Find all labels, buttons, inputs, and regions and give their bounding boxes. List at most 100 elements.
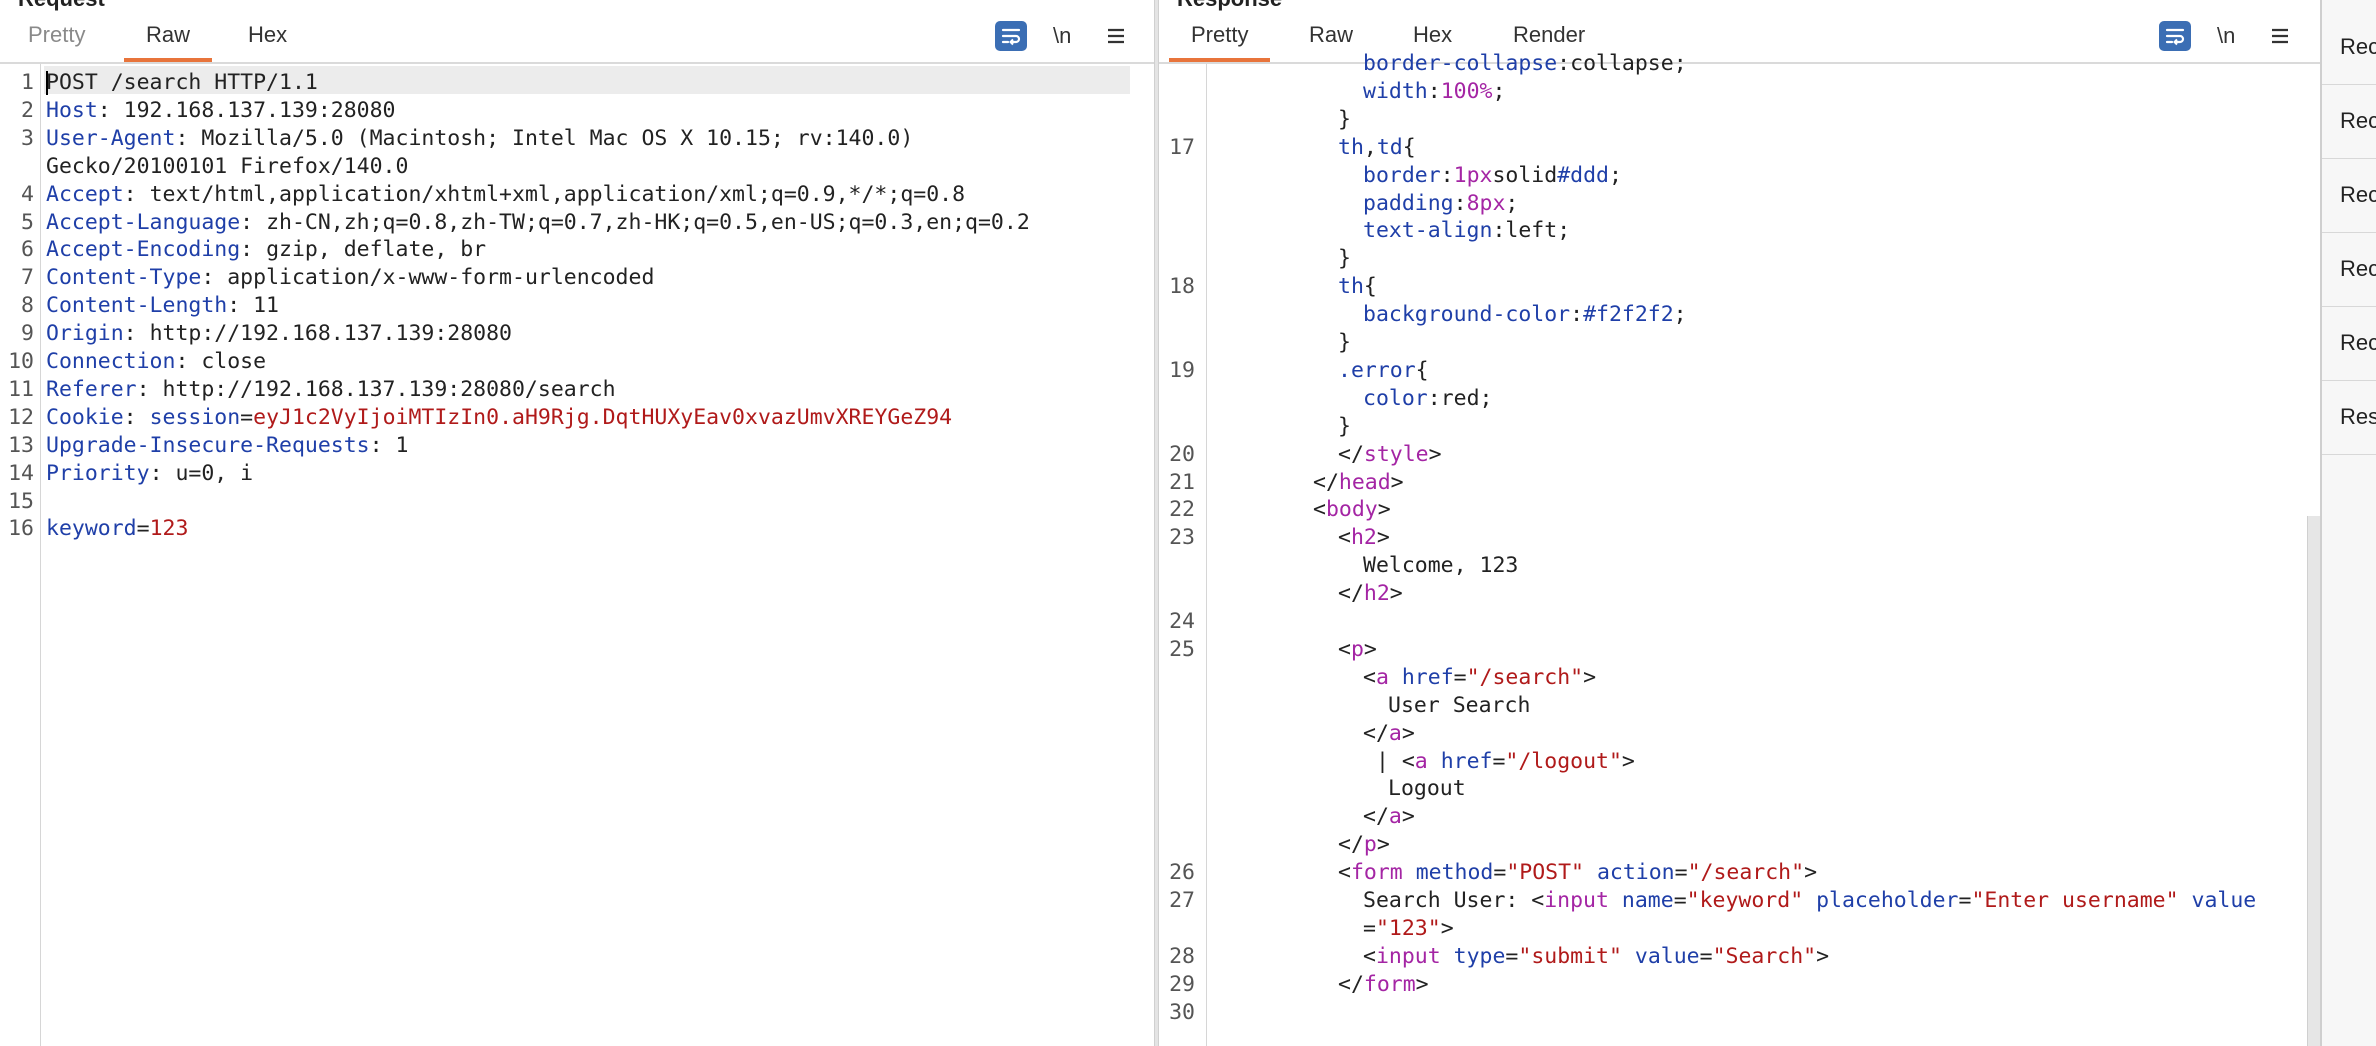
response-line: } [1159, 106, 2320, 134]
code-token: > [1401, 804, 1415, 830]
code-token: solid [1492, 162, 1558, 188]
header-name: Priority [46, 460, 150, 486]
code-token: "Search" [1712, 943, 1817, 969]
response-line-code: th,td{ [1338, 134, 1416, 162]
response-line-code: Welcome, 123 [1363, 552, 1518, 580]
response-line-code: </style> [1338, 441, 1442, 469]
header-name: Upgrade-Insecure-Requests [46, 432, 370, 458]
response-line: 20 </style> [1159, 441, 2320, 469]
code-token: red [1440, 385, 1480, 411]
code-token: = [1505, 943, 1519, 969]
header-value: http://192.168.137.139:28080/search [162, 376, 616, 402]
code-token: p [1363, 832, 1377, 858]
request-tab-hex[interactable]: Hex [248, 22, 287, 60]
header-name: Accept-Language [46, 209, 241, 235]
wrap-lines-icon-shape [995, 21, 1027, 51]
line-number: 13 [8, 432, 34, 458]
line-number: 25 [1169, 636, 1195, 662]
request-line-code: User-Agent: Mozilla/5.0 (Macintosh; Inte… [46, 125, 914, 151]
response-editor[interactable]: border-collapse:collapse; width:100%;} 17 t… [1159, 51, 2320, 1046]
code-token: </ [1338, 971, 1364, 997]
code-token: , [1363, 134, 1377, 160]
side-strip-item[interactable]: Rec [2322, 12, 2376, 85]
code-token: input [1544, 888, 1609, 913]
code-token: = [1453, 664, 1467, 690]
request-tab-raw[interactable]: Raw [123, 22, 213, 62]
line-number: 1 [21, 70, 34, 95]
code-token: > [1363, 636, 1377, 662]
show-newlines-button[interactable]: \n [2217, 20, 2235, 52]
header-name: Content-Type [46, 265, 202, 291]
request-line: 11 Referer: http://192.168.137.139:28080/… [0, 376, 1154, 404]
code-token: > [1583, 664, 1597, 690]
code-token: : [1427, 78, 1441, 104]
code-token: < [1313, 497, 1326, 523]
request-line-code: Gecko/20100101 Firefox/140.0 [46, 153, 408, 181]
code-token: #f2f2f2 [1583, 302, 1674, 328]
request-line: 4 Accept: text/html,application/xhtml+xml… [0, 181, 1154, 209]
response-line: } [1159, 413, 2320, 441]
code-token: < [1338, 636, 1351, 662]
code-token: 1px [1453, 162, 1493, 188]
request-line: 7 Content-Type: application/x-www-form-ur… [0, 264, 1154, 292]
response-line-code: <body> [1313, 496, 1391, 524]
side-strip-item[interactable]: Rec [2322, 86, 2376, 159]
response-line-code: padding:8px; [1363, 190, 1518, 218]
header-value: zh-CN,zh;q=0.8,zh-TW;q=0.7,zh-HK;q=0.5,e… [266, 209, 1030, 235]
hamburger-menu-icon[interactable] [2269, 20, 2291, 52]
side-strip-item[interactable]: Rec [2322, 308, 2376, 381]
code-token: ; [1673, 51, 1687, 76]
side-strip-item[interactable]: Res [2322, 382, 2376, 455]
header-value: Mozilla/5.0 (Macintosh; Intel Mac OS X 1… [201, 125, 914, 151]
request-line: 15 [0, 488, 1154, 516]
response-line-code: background-color:#f2f2f2; [1363, 301, 1687, 329]
wrap-lines-icon[interactable] [995, 20, 1027, 52]
response-line-code: ="123"> [1363, 915, 1454, 943]
wrap-lines-icon[interactable] [2159, 20, 2191, 52]
response-line-code: </a> [1363, 803, 1415, 831]
request-tab-pretty[interactable]: Pretty [28, 22, 85, 60]
request-line-code: Origin: http://192.168.137.139:28080 [46, 321, 512, 347]
cookie-name: session [149, 404, 241, 430]
show-newlines-button[interactable]: \n [1053, 20, 1071, 52]
header-value: close [201, 349, 267, 374]
hamburger-menu-icon[interactable] [1105, 20, 1127, 52]
header-value: u=0, i [175, 460, 254, 486]
response-line: } [1159, 245, 2320, 273]
side-strip-label: Rec [2340, 34, 2376, 59]
code-token: "/search" [1687, 860, 1805, 886]
body-param-value: 123 [149, 516, 189, 542]
line-number: 7 [21, 265, 34, 291]
side-strip-item[interactable]: Rec [2322, 234, 2376, 307]
code-token: </ [1338, 441, 1364, 467]
side-strip-item[interactable]: Rec [2322, 160, 2376, 233]
response-line: <a href="/search"> [1159, 664, 2320, 692]
request-line-code: Connection: close [46, 349, 267, 374]
request-line: 5 Accept-Language: zh-CN,zh;q=0.8,zh-TW;q… [0, 209, 1154, 237]
code-token: < [1338, 860, 1351, 886]
request-line: 8 Content-Length: 11 [0, 292, 1154, 320]
response-line-code: <p> [1338, 636, 1377, 664]
response-line: 19 .error{ [1159, 357, 2320, 385]
response-line-code: .error{ [1338, 357, 1429, 385]
code-token: "submit" [1518, 943, 1622, 969]
request-editor[interactable]: 1 POST /search HTTP/1.1 2 Host: 192.168.137… [0, 64, 1154, 1046]
cookie-value: eyJ1c2VyIjoiMTIzIn0.aH9Rjg.DqtHUXyEav0xv… [253, 404, 953, 430]
code-token: name [1621, 888, 1674, 913]
code-token: a [1414, 748, 1428, 774]
response-line-code: } [1338, 245, 1351, 273]
line-number: 8 [21, 293, 34, 319]
response-line: </a> [1159, 803, 2320, 831]
code-token: = [1673, 888, 1687, 913]
side-strip-label: Rec [2340, 182, 2376, 207]
code-token: href [1401, 664, 1454, 690]
code-token: = [1492, 748, 1506, 774]
code-token: head [1338, 469, 1391, 495]
code-token: : [1427, 385, 1441, 411]
response-line-code: </head> [1313, 469, 1404, 497]
